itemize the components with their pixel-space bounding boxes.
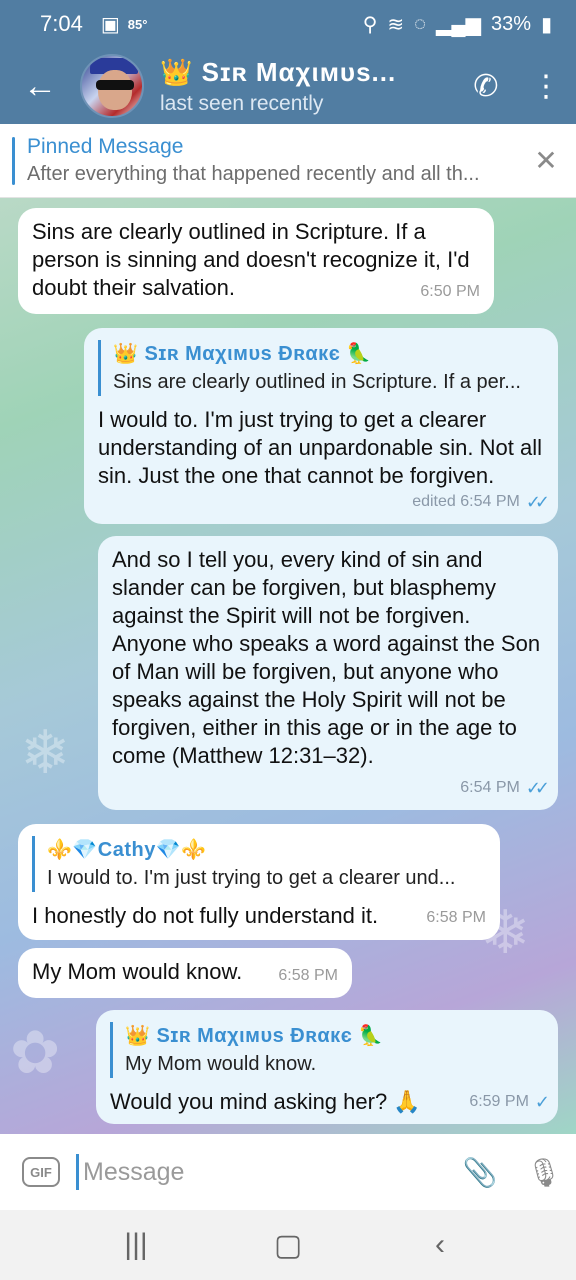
pinned-title: Pinned Message xyxy=(27,135,184,158)
message-text: I would to. I'm just trying to get a cle… xyxy=(98,407,542,488)
message-composer: GIF 📎 🎙 xyxy=(0,1134,576,1210)
reply-sender: 👑 Sɪʀ Mαχιмυѕ Ɖʀαкє 🦜 xyxy=(113,343,372,365)
battery-icon: ▮ xyxy=(540,13,552,36)
home-icon[interactable]: ▢ xyxy=(248,1228,328,1263)
chat-title-block[interactable]: 👑 Sɪʀ Mαχιмυѕ... last seen recently xyxy=(160,57,456,116)
close-icon[interactable]: ✕ xyxy=(516,144,576,177)
reply-text: My Mom would know. xyxy=(125,1053,317,1075)
volte-icon: ◌ xyxy=(414,12,427,35)
back-arrow-icon[interactable]: ← xyxy=(0,48,80,124)
chat-area[interactable]: ❄ ✿ ❄ ❄ ✿ Sins are clearly outlined in S… xyxy=(0,198,576,1134)
message-time: 6:58 PM xyxy=(278,967,338,984)
message-bubble-outgoing[interactable]: 👑 Sɪʀ Mαχιмυѕ Ɖʀαкє 🦜 My Mom would know.… xyxy=(96,1010,558,1124)
message-time: 6:59 PM xyxy=(469,1093,529,1110)
double-check-icon: ✓✓ xyxy=(525,492,550,512)
double-check-icon: ✓✓ xyxy=(525,778,550,798)
status-temperature: 85° xyxy=(127,16,148,32)
message-bubble-incoming[interactable]: ⚜️💎Cathy💎⚜️ I would to. I'm just trying … xyxy=(18,824,500,940)
reply-text: I would to. I'm just trying to get a cle… xyxy=(47,867,456,889)
message-text: I honestly do not fully understand it. xyxy=(32,903,379,928)
reply-sender: ⚜️💎Cathy💎⚜️ xyxy=(47,839,207,861)
message-bubble-incoming[interactable]: Sins are clearly outlined in Scripture. … xyxy=(18,208,494,314)
recent-apps-icon[interactable]: ||| xyxy=(96,1228,176,1262)
gif-button[interactable]: GIF xyxy=(22,1157,60,1187)
last-seen-status: last seen recently xyxy=(160,91,324,115)
pinned-message-bar[interactable]: Pinned Message After everything that hap… xyxy=(0,124,576,198)
paperclip-icon[interactable]: 📎 xyxy=(448,1156,512,1189)
message-bubble-outgoing[interactable]: 👑 Sɪʀ Mαχιмυѕ Ɖʀαкє 🦜 Sins are clearly o… xyxy=(84,328,558,524)
message-time: 6:54 PM xyxy=(460,779,520,796)
message-time: edited 6:54 PM xyxy=(412,493,520,510)
back-icon[interactable]: ‹ xyxy=(400,1228,480,1262)
reply-sender: 👑 Sɪʀ Mαχιмυѕ Ɖʀαкє 🦜 xyxy=(125,1025,384,1047)
location-icon: ⚲ xyxy=(362,13,378,36)
system-navigation-bar: ||| ▢ ‹ xyxy=(0,1210,576,1280)
chat-title: 👑 Sɪʀ Mαχιмυѕ... xyxy=(160,56,397,87)
avatar[interactable] xyxy=(80,54,144,118)
message-bubble-outgoing[interactable]: And so I tell you, every kind of sin and… xyxy=(98,536,558,810)
message-text: Sins are clearly outlined in Scripture. … xyxy=(32,219,470,300)
status-time: 7:04 xyxy=(40,11,83,36)
wifi-icon: ≋ xyxy=(387,13,405,36)
reply-preview[interactable]: 👑 Sɪʀ Mαχιмυѕ Ɖʀαкє 🦜 Sins are clearly o… xyxy=(98,340,544,396)
gallery-icon: ▣ xyxy=(100,13,120,36)
reply-preview[interactable]: 👑 Sɪʀ Mαχιмυѕ Ɖʀαкє 🦜 My Mom would know. xyxy=(110,1022,544,1078)
reply-preview[interactable]: ⚜️💎Cathy💎⚜️ I would to. I'm just trying … xyxy=(32,836,486,892)
status-bar: 7:04 ▣ 85° ⚲ ≋ ◌ ▂▄▆ 33% ▮ xyxy=(0,0,576,48)
pinned-indicator xyxy=(12,136,15,185)
reply-text: Sins are clearly outlined in Scripture. … xyxy=(113,371,521,393)
phone-call-icon[interactable]: ✆ xyxy=(456,48,516,124)
message-input[interactable] xyxy=(76,1154,448,1190)
signal-icon: ▂▄▆ xyxy=(436,13,481,36)
message-bubble-incoming[interactable]: My Mom would know. 6:58 PM xyxy=(18,948,352,998)
more-options-icon[interactable]: ⋮ xyxy=(516,48,576,124)
pinned-preview: After everything that happened recently … xyxy=(27,163,480,185)
message-time: 6:58 PM xyxy=(426,909,486,926)
battery-level: 33% xyxy=(490,12,531,35)
message-time: 6:50 PM xyxy=(420,283,480,300)
message-text: And so I tell you, every kind of sin and… xyxy=(112,547,541,768)
single-check-icon: ✓ xyxy=(534,1092,550,1112)
microphone-icon[interactable]: 🎙 xyxy=(512,1156,576,1189)
chat-header: ← 👑 Sɪʀ Mαχιмυѕ... last seen recently ✆ … xyxy=(0,48,576,124)
